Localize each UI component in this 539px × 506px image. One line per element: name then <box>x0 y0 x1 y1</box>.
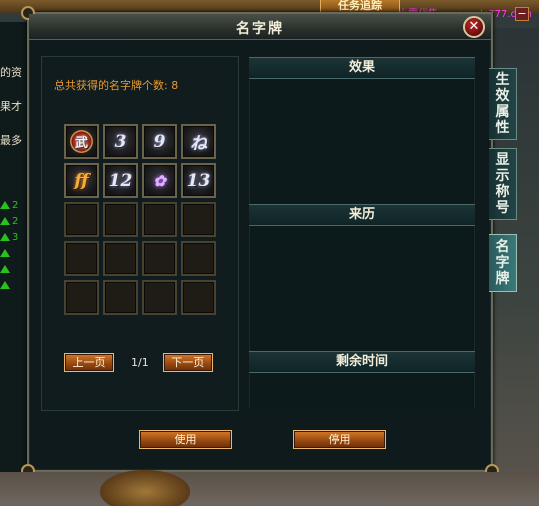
up-arrow-icon <box>0 217 10 225</box>
page-indicator: 1/1 <box>131 356 149 369</box>
nameplate-slot-empty[interactable] <box>103 241 138 276</box>
stat-up-arrow-row <box>0 245 18 261</box>
stat-arrow-list: 2 2 3 <box>0 197 18 293</box>
nameplate-slot-empty[interactable] <box>64 241 99 276</box>
nameplate-slot-filled[interactable]: 3 <box>103 124 138 159</box>
nameplate-slot-empty[interactable] <box>181 202 216 237</box>
nameplate-slot-filled[interactable]: 13 <box>181 163 216 198</box>
up-arrow-icon <box>0 233 10 241</box>
nameplate-glyph: 武 <box>74 136 88 151</box>
nameplate-slot-filled[interactable]: ね <box>181 124 216 159</box>
nameplate-slot-empty[interactable] <box>181 241 216 276</box>
nameplate-slot-filled[interactable]: ff <box>64 163 99 198</box>
nameplate-glyph: 13 <box>186 170 211 191</box>
nameplate-count-label: 总共获得的名字牌个数: 8 <box>54 79 179 92</box>
left-panel-line: 最多 <box>0 134 22 147</box>
effect-section-header: 效果 <box>249 57 475 79</box>
up-arrow-icon <box>0 265 10 273</box>
minimize-icon[interactable]: − <box>515 7 529 21</box>
nameplate-grid: 武 3 9 ね ff 12 ✿ 13 <box>64 124 216 315</box>
remaining-time-section-header: 剩余时间 <box>249 351 475 373</box>
pager: 上一页 1/1 下一页 <box>64 353 213 372</box>
nameplate-list-panel: 总共获得的名字牌个数: 8 武 3 9 ね ff 12 ✿ 13 上一页 1/1 下一页 <box>41 56 239 411</box>
nameplate-slot-filled[interactable]: 12 <box>103 163 138 198</box>
origin-section-header: 来历 <box>249 204 475 226</box>
nameplate-slot-empty[interactable] <box>142 241 177 276</box>
nameplate-slot-empty[interactable] <box>64 280 99 315</box>
next-page-button[interactable]: 下一页 <box>162 353 213 372</box>
stat-up-arrow-row <box>0 277 18 293</box>
nameplate-slot-filled[interactable]: ✿ <box>142 163 177 198</box>
nameplate-glyph: ね <box>190 134 207 154</box>
scene-ground <box>0 472 539 506</box>
up-arrow-icon <box>0 201 10 209</box>
scene-character <box>100 470 190 506</box>
up-arrow-icon <box>0 249 10 257</box>
remaining-time-section-body <box>249 374 475 408</box>
nameplate-slot-empty[interactable] <box>103 202 138 237</box>
tab-nameplate[interactable]: 名字牌 <box>489 234 517 292</box>
origin-section-body <box>249 227 475 351</box>
tab-display-title[interactable]: 显示称号 <box>489 148 517 220</box>
nameplate-slot-empty[interactable] <box>181 280 216 315</box>
background-left-panel: 的资 果才 最多 2 2 3 <box>0 22 30 492</box>
left-panel-line: 果才 <box>0 100 22 113</box>
up-arrow-icon <box>0 281 10 289</box>
nameplate-glyph: ff <box>74 170 89 191</box>
stat-up-arrow-row <box>0 261 18 277</box>
stat-up-arrow-row: 3 <box>0 229 18 245</box>
nameplate-slot-empty[interactable] <box>142 280 177 315</box>
window-titlebar[interactable]: 名字牌 ✕ <box>29 14 491 40</box>
nameplate-slot-empty[interactable] <box>142 202 177 237</box>
nameplate-glyph: 12 <box>108 170 133 191</box>
prev-page-button[interactable]: 上一页 <box>64 353 114 372</box>
nameplate-slot-filled[interactable]: 9 <box>142 124 177 159</box>
nameplate-window: 名字牌 ✕ 总共获得的名字牌个数: 8 武 3 9 ね ff 12 ✿ 13 上一页 1/1 … <box>21 6 499 478</box>
nameplate-slot-empty[interactable] <box>64 202 99 237</box>
nameplate-slot-empty[interactable] <box>103 280 138 315</box>
nameplate-slot-filled[interactable]: 武 <box>64 124 99 159</box>
window-title: 名字牌 <box>236 21 284 37</box>
nameplate-glyph: 9 <box>153 131 166 152</box>
use-button[interactable]: 使用 <box>139 430 232 449</box>
stat-up-arrow-row: 2 <box>0 197 18 213</box>
tab-effective-attributes[interactable]: 生效属性 <box>489 68 517 140</box>
effect-section-body <box>249 80 475 204</box>
stop-use-button[interactable]: 停用 <box>293 430 386 449</box>
close-icon[interactable]: ✕ <box>463 16 485 38</box>
left-panel-line: 的资 <box>0 66 22 79</box>
nameplate-glyph: 3 <box>114 131 127 152</box>
nameplate-glyph: ✿ <box>153 171 166 190</box>
stat-up-arrow-row: 2 <box>0 213 18 229</box>
